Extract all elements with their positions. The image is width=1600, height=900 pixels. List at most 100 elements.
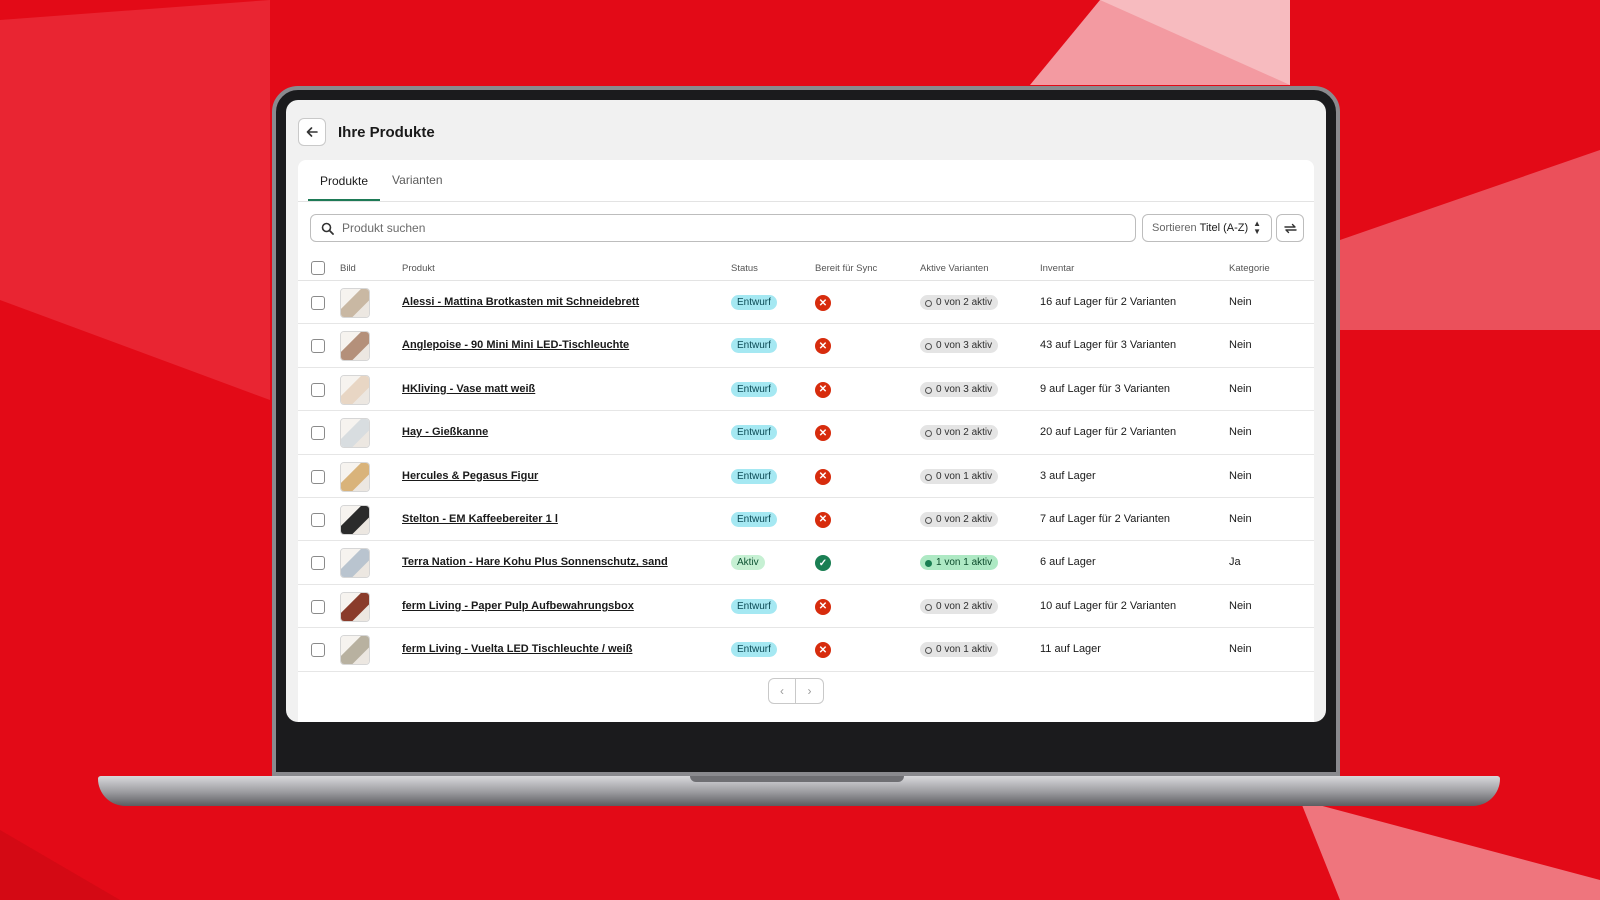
product-link[interactable]: Hay - Gießkanne bbox=[402, 426, 488, 438]
next-page-button[interactable]: › bbox=[796, 678, 824, 704]
category-text: Ja bbox=[1229, 556, 1241, 569]
row-checkbox[interactable] bbox=[311, 556, 325, 571]
table-row[interactable]: Alessi - Mattina Brotkasten mit Schneide… bbox=[298, 281, 1314, 325]
select-caret-icon: ▲ ▼ bbox=[1253, 219, 1262, 236]
table-row[interactable]: ferm Living - Vuelta LED Tischleuchte / … bbox=[298, 628, 1314, 672]
table-header: Bild Produkt Status Bereit für Sync Akti… bbox=[298, 255, 1314, 281]
category-text: Nein bbox=[1229, 296, 1252, 308]
header-status[interactable]: Status bbox=[731, 263, 758, 274]
x-circle-icon: ✕ bbox=[815, 468, 831, 485]
category-text: Nein bbox=[1229, 426, 1252, 439]
table-row[interactable]: Stelton - EM Kaffeebereiter 1 l Entwurf … bbox=[298, 498, 1314, 542]
product-link[interactable]: Hercules & Pegasus Figur bbox=[402, 470, 538, 482]
variants-badge: 0 von 3 aktiv bbox=[920, 338, 999, 354]
tab-divider bbox=[298, 201, 1314, 202]
x-circle-icon: ✕ bbox=[815, 295, 831, 311]
tab-varianten[interactable]: Varianten bbox=[380, 160, 454, 200]
table-row[interactable]: Terra Nation - Hare Kohu Plus Sonnenschu… bbox=[298, 541, 1314, 585]
inventory-text: 9 auf Lager für 3 Varianten bbox=[1040, 382, 1171, 395]
search-input[interactable] bbox=[342, 221, 1122, 235]
category-text: Nein bbox=[1229, 643, 1252, 656]
variants-badge: 0 von 2 aktiv bbox=[920, 511, 999, 527]
arrow-left-icon bbox=[306, 127, 318, 137]
product-link[interactable]: ferm Living - Vuelta LED Tischleuchte / … bbox=[402, 643, 632, 655]
status-badge: Entwurf bbox=[731, 425, 777, 441]
variants-badge: 0 von 2 aktiv bbox=[920, 598, 999, 614]
pagination: ‹ › bbox=[768, 678, 824, 704]
tab-bar: Produkte Varianten bbox=[308, 160, 455, 202]
x-circle-icon: ✕ bbox=[815, 511, 831, 528]
product-thumbnail bbox=[340, 635, 370, 666]
status-badge: Aktiv bbox=[731, 555, 765, 571]
product-link[interactable]: Terra Nation - Hare Kohu Plus Sonnenschu… bbox=[402, 556, 668, 568]
chevron-right-icon: › bbox=[807, 684, 812, 698]
tab-produkte[interactable]: Produkte bbox=[308, 160, 381, 202]
table-row[interactable]: HKliving - Vase matt weiß Entwurf ✕ 0 vo… bbox=[298, 368, 1314, 412]
inventory-text: 6 auf Lager bbox=[1040, 556, 1096, 569]
table-row[interactable]: Hercules & Pegasus Figur Entwurf ✕ 0 von… bbox=[298, 455, 1314, 498]
product-thumbnail bbox=[340, 288, 370, 318]
back-button[interactable] bbox=[298, 118, 326, 146]
row-checkbox[interactable] bbox=[311, 469, 325, 484]
x-circle-icon: ✕ bbox=[815, 381, 831, 398]
table-row[interactable]: ferm Living - Paper Pulp Aufbewahrungsbo… bbox=[298, 585, 1314, 629]
product-link[interactable]: ferm Living - Paper Pulp Aufbewahrungsbo… bbox=[402, 600, 634, 612]
product-link[interactable]: Alessi - Mattina Brotkasten mit Schneide… bbox=[402, 296, 639, 308]
row-checkbox[interactable] bbox=[311, 382, 325, 397]
inventory-text: 7 auf Lager für 2 Varianten bbox=[1040, 512, 1171, 525]
search-box[interactable] bbox=[310, 214, 1136, 242]
header-ready[interactable]: Bereit für Sync bbox=[815, 263, 877, 274]
select-all-checkbox[interactable] bbox=[311, 261, 325, 275]
table-row[interactable]: Hay - Gießkanne Entwurf ✕ 0 von 2 aktiv … bbox=[298, 411, 1314, 455]
page-title: Ihre Produkte bbox=[338, 123, 435, 141]
x-circle-icon: ✕ bbox=[815, 338, 831, 355]
table-row[interactable]: Anglepoise - 90 Mini Mini LED-Tischleuch… bbox=[298, 324, 1314, 368]
product-thumbnail bbox=[340, 418, 370, 449]
category-text: Nein bbox=[1229, 512, 1252, 525]
product-link[interactable]: HKliving - Vase matt weiß bbox=[402, 383, 535, 395]
category-text: Nein bbox=[1229, 469, 1252, 482]
product-thumbnail bbox=[340, 548, 370, 579]
row-checkbox[interactable] bbox=[311, 643, 325, 658]
product-link[interactable]: Anglepoise - 90 Mini Mini LED-Tischleuch… bbox=[402, 339, 629, 351]
row-checkbox[interactable] bbox=[311, 296, 325, 310]
sync-button[interactable] bbox=[1276, 214, 1304, 242]
x-circle-icon: ✕ bbox=[815, 642, 831, 659]
product-thumbnail bbox=[340, 331, 370, 362]
inventory-text: 16 auf Lager für 2 Varianten bbox=[1040, 296, 1177, 308]
header-inventory[interactable]: Inventar bbox=[1040, 263, 1074, 274]
variants-badge: 0 von 2 aktiv bbox=[920, 425, 999, 441]
check-circle-icon: ✓ bbox=[815, 555, 831, 572]
row-checkbox[interactable] bbox=[311, 512, 325, 527]
inventory-text: 43 auf Lager für 3 Varianten bbox=[1040, 339, 1177, 352]
header-category[interactable]: Kategorie bbox=[1229, 263, 1270, 274]
category-text: Nein bbox=[1229, 382, 1252, 395]
row-checkbox[interactable] bbox=[311, 599, 325, 614]
product-thumbnail bbox=[340, 461, 370, 492]
variants-badge: 0 von 2 aktiv bbox=[920, 295, 999, 310]
status-badge: Entwurf bbox=[731, 511, 777, 527]
row-checkbox[interactable] bbox=[311, 339, 325, 354]
variants-badge: 0 von 1 aktiv bbox=[920, 468, 999, 484]
status-badge: Entwurf bbox=[731, 381, 777, 397]
sort-select[interactable]: Sortieren Titel (A-Z) ▲ ▼ bbox=[1142, 214, 1272, 242]
search-icon bbox=[321, 222, 334, 235]
inventory-text: 11 auf Lager bbox=[1040, 643, 1101, 656]
row-checkbox[interactable] bbox=[311, 426, 325, 441]
variants-badge: 0 von 1 aktiv bbox=[920, 642, 999, 658]
product-thumbnail bbox=[340, 591, 370, 622]
product-thumbnail bbox=[340, 504, 370, 535]
status-badge: Entwurf bbox=[731, 468, 777, 484]
table-body: Alessi - Mattina Brotkasten mit Schneide… bbox=[298, 281, 1314, 672]
chevron-left-icon: ‹ bbox=[780, 684, 784, 698]
sort-label: Sortieren bbox=[1152, 222, 1197, 234]
header-variants[interactable]: Aktive Varianten bbox=[920, 263, 988, 274]
header-product[interactable]: Produkt bbox=[402, 263, 435, 274]
category-text: Nein bbox=[1229, 599, 1252, 612]
prev-page-button[interactable]: ‹ bbox=[768, 678, 796, 704]
status-badge: Entwurf bbox=[731, 598, 777, 614]
status-badge: Entwurf bbox=[731, 295, 777, 310]
inventory-text: 20 auf Lager für 2 Varianten bbox=[1040, 426, 1177, 439]
page-header: Ihre Produkte bbox=[298, 118, 435, 146]
product-link[interactable]: Stelton - EM Kaffeebereiter 1 l bbox=[402, 513, 558, 525]
